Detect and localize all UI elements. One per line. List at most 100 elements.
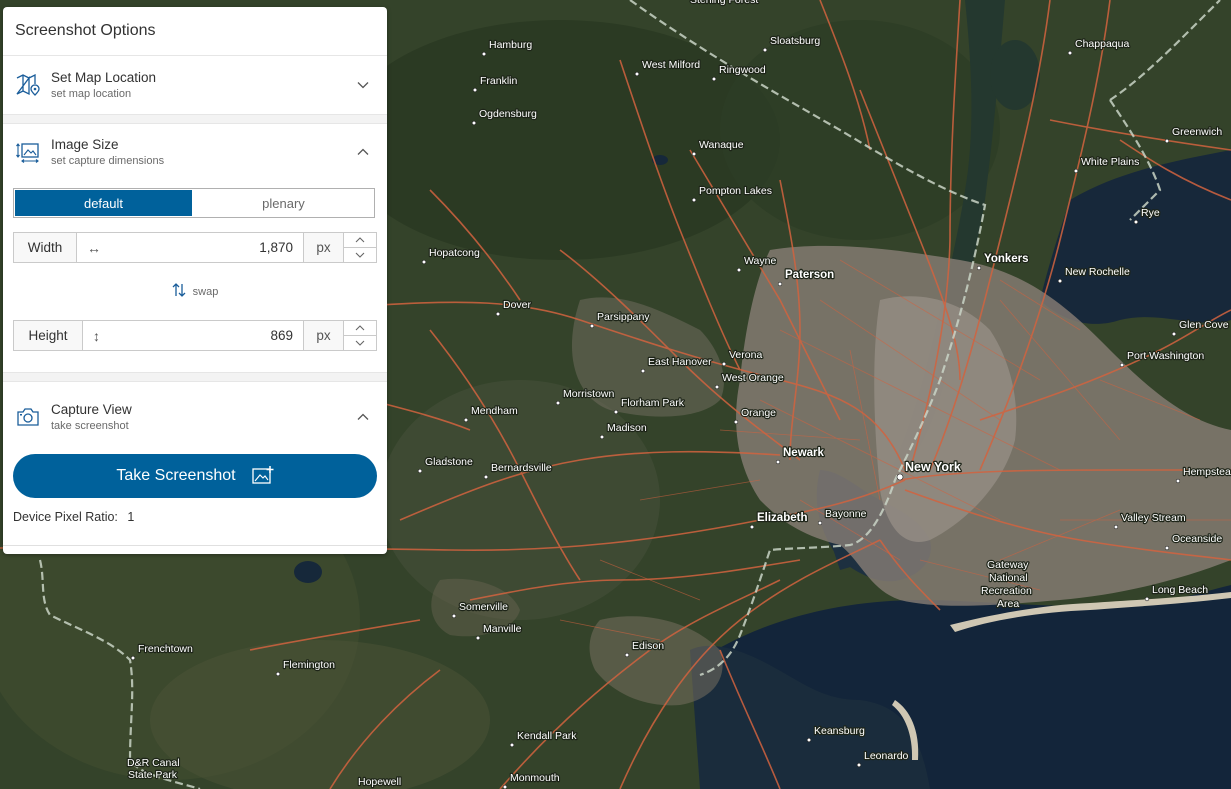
size-mode-toggle: default plenary bbox=[13, 188, 375, 218]
height-row: Height ↕ 869 px bbox=[13, 320, 377, 351]
map-label-pompton-lakes: Pompton Lakes bbox=[699, 185, 772, 197]
map-place-dot bbox=[1119, 362, 1125, 368]
map-label-hempstead: Hempstead bbox=[1183, 466, 1231, 478]
map-place-dot bbox=[275, 671, 281, 677]
map-place-dot bbox=[421, 259, 427, 265]
map-place-dot bbox=[736, 267, 742, 273]
mode-default-button[interactable]: default bbox=[15, 190, 192, 216]
map-label-sloatsburg: Sloatsburg bbox=[770, 35, 820, 47]
height-input[interactable]: ↕ 869 bbox=[83, 320, 304, 351]
map-place-dot bbox=[691, 151, 697, 157]
map-label-port-washington: Port Washington bbox=[1127, 350, 1204, 362]
capture-view-subtitle: take screenshot bbox=[51, 420, 129, 432]
map-label-verona: Verona bbox=[729, 349, 762, 361]
vertical-arrows-icon: ↕ bbox=[93, 327, 100, 344]
width-label: Width bbox=[13, 232, 77, 263]
width-increment-button[interactable] bbox=[344, 233, 376, 248]
map-place-dot bbox=[471, 120, 477, 126]
set-map-location-header[interactable]: Set Map Location set map location bbox=[3, 56, 387, 114]
map-place-dot bbox=[777, 281, 783, 287]
map-place-dot bbox=[463, 417, 469, 423]
width-decrement-button[interactable] bbox=[344, 248, 376, 262]
swap-button[interactable]: swap bbox=[3, 283, 387, 300]
map-label-hamburg: Hamburg bbox=[489, 39, 532, 51]
map-label-greenwich: Greenwich bbox=[1172, 126, 1222, 138]
map-label-mendham: Mendham bbox=[471, 405, 518, 417]
map-place-dot bbox=[634, 71, 640, 77]
map-place-dot bbox=[417, 468, 423, 474]
map-label-area: Area bbox=[997, 598, 1019, 610]
camera-icon bbox=[15, 404, 41, 430]
device-pixel-ratio: Device Pixel Ratio: 1 bbox=[13, 510, 134, 524]
set-map-location-subtitle: set map location bbox=[51, 88, 132, 100]
map-place-dot bbox=[640, 368, 646, 374]
take-screenshot-button[interactable]: Take Screenshot bbox=[13, 454, 377, 498]
map-place-dot bbox=[733, 419, 739, 425]
dpr-label: Device Pixel Ratio: bbox=[13, 510, 118, 524]
map-place-dot bbox=[775, 459, 781, 465]
height-decrement-button[interactable] bbox=[344, 336, 376, 350]
map-label-madison: Madison bbox=[607, 422, 647, 434]
image-add-icon bbox=[251, 466, 274, 486]
map-label-white-plains: White Plains bbox=[1081, 156, 1139, 168]
height-stepper bbox=[344, 320, 377, 351]
map-label-manville: Manville bbox=[483, 623, 522, 635]
map-label-flemington: Flemington bbox=[283, 659, 335, 671]
map-label-somerville: Somerville bbox=[459, 601, 508, 613]
map-label-valley-stream: Valley Stream bbox=[1121, 512, 1186, 524]
map-place-dot bbox=[495, 311, 501, 317]
image-size-subtitle: set capture dimensions bbox=[51, 154, 165, 167]
map-place-dot bbox=[509, 742, 515, 748]
map-label-florham-park: Florham Park bbox=[621, 397, 685, 409]
map-label-state-park: State Park bbox=[128, 769, 178, 781]
map-place-dot bbox=[1144, 596, 1150, 602]
map-place-dot bbox=[472, 87, 478, 93]
map-label-gateway: Gateway bbox=[987, 559, 1029, 571]
chevron-up-icon[interactable] bbox=[355, 409, 371, 425]
image-size-header[interactable]: Image Size set capture dimensions bbox=[3, 124, 387, 179]
height-increment-button[interactable] bbox=[344, 321, 376, 336]
image-size-title: Image Size bbox=[51, 136, 119, 152]
width-row: Width ↔ 1,870 px bbox=[13, 232, 377, 263]
map-label-national: National bbox=[989, 572, 1028, 584]
map-label-long-beach: Long Beach bbox=[1152, 584, 1208, 596]
map-label-frenchtown: Frenchtown bbox=[138, 643, 193, 655]
map-label-orange: Orange bbox=[741, 407, 776, 419]
map-label-newark: Newark bbox=[783, 447, 825, 459]
width-input[interactable]: ↔ 1,870 bbox=[77, 232, 304, 263]
map-place-dot bbox=[856, 762, 862, 768]
map-label-dover: Dover bbox=[503, 299, 532, 311]
map-label-wanaque: Wanaque bbox=[699, 139, 744, 151]
capture-view-header[interactable]: Capture View take screenshot bbox=[3, 390, 387, 444]
map-place-dot bbox=[711, 76, 717, 82]
map-label-ringwood: Ringwood bbox=[719, 64, 766, 76]
map-label-d-r-canal: D&R Canal bbox=[127, 757, 180, 769]
map-place-dot bbox=[762, 47, 768, 53]
chevron-down-icon[interactable] bbox=[355, 77, 371, 93]
map-label-morristown: Morristown bbox=[563, 388, 615, 400]
panel-bottom-divider bbox=[3, 545, 387, 546]
map-place-dot bbox=[1073, 168, 1079, 174]
map-label-paterson: Paterson bbox=[785, 269, 834, 281]
map-place-dot bbox=[714, 384, 720, 390]
map-label-rye: Rye bbox=[1141, 207, 1160, 219]
map-label-new-rochelle: New Rochelle bbox=[1065, 266, 1130, 278]
chevron-up-icon[interactable] bbox=[355, 144, 371, 160]
map-place-dot bbox=[749, 524, 755, 530]
map-label-west-milford: West Milford bbox=[642, 59, 700, 71]
map-label-elizabeth: Elizabeth bbox=[757, 512, 807, 524]
mode-plenary-button[interactable]: plenary bbox=[193, 189, 374, 217]
section-divider bbox=[3, 114, 387, 124]
map-place-dot bbox=[624, 652, 630, 658]
map-label-hopewell: Hopewell bbox=[358, 776, 401, 788]
map-place-dot bbox=[599, 434, 605, 440]
map-place-dot bbox=[130, 655, 136, 661]
map-place-dot bbox=[1133, 219, 1139, 225]
screenshot-options-panel: Screenshot Options Set Map Location set … bbox=[3, 7, 387, 554]
map-place-dot bbox=[613, 409, 619, 415]
image-size-icon bbox=[15, 139, 41, 165]
map-place-dot bbox=[1164, 138, 1170, 144]
map-place-dot bbox=[1175, 478, 1181, 484]
horizontal-arrows-icon: ↔ bbox=[87, 239, 101, 256]
map-place-dot bbox=[481, 51, 487, 57]
